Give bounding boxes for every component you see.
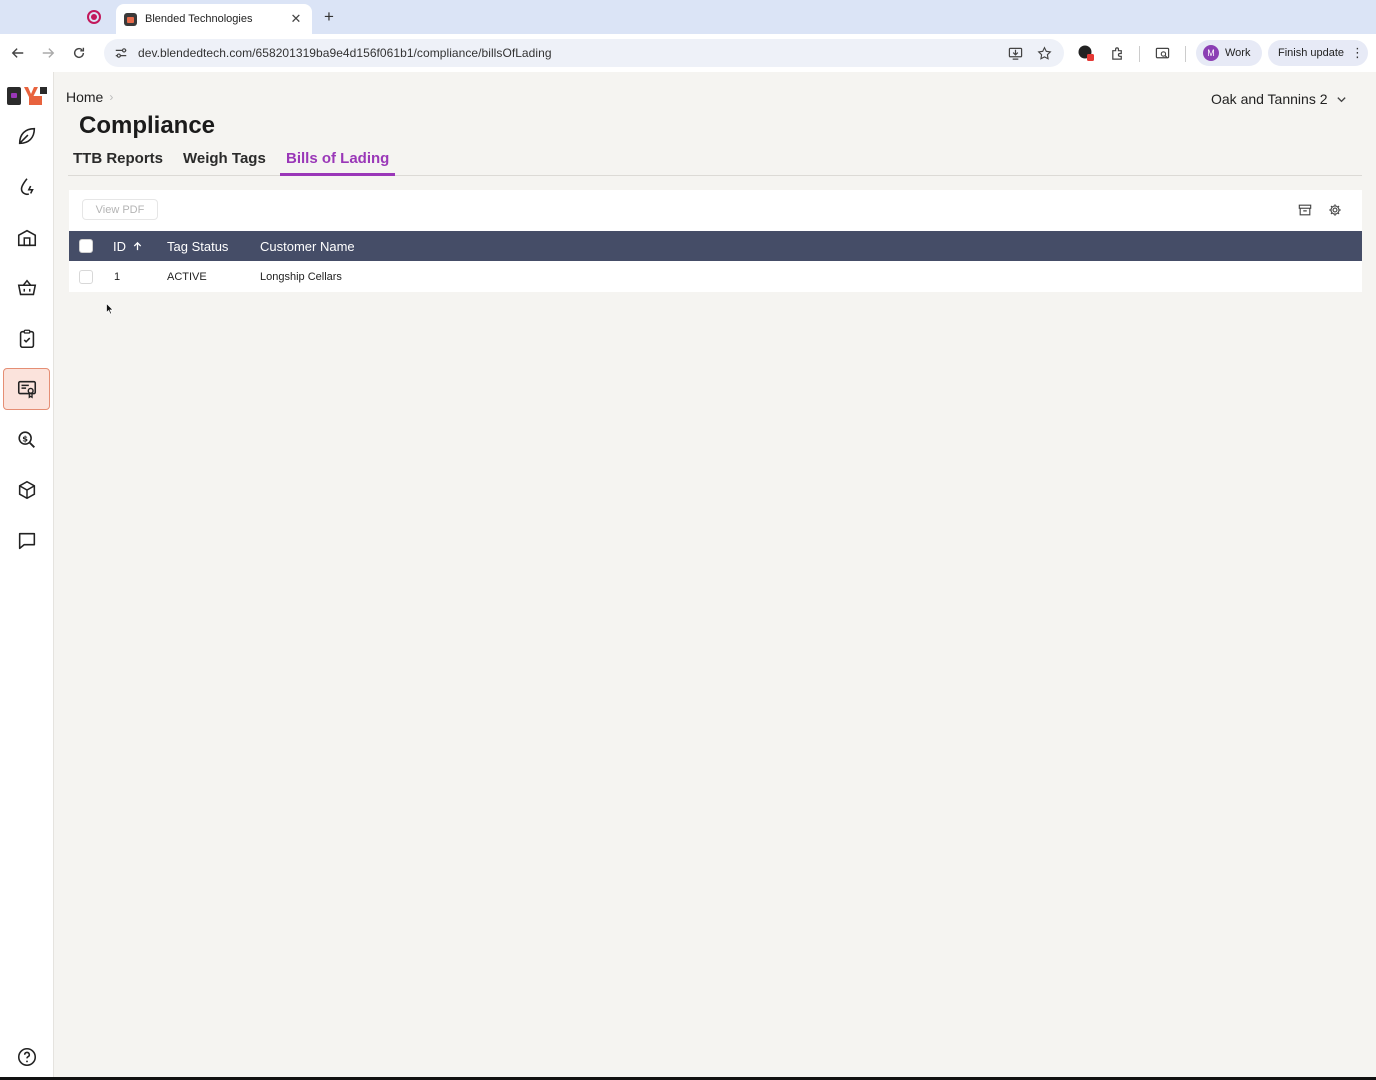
new-tab-button[interactable]: + <box>320 7 338 27</box>
sort-ascending-icon[interactable] <box>132 241 143 252</box>
site-favicon-icon <box>124 12 137 26</box>
column-header-id-label: ID <box>113 239 126 254</box>
tab-bills-of-lading[interactable]: Bills of Lading <box>280 150 396 176</box>
column-header-tag-status[interactable]: Tag Status <box>167 239 228 254</box>
extension-record-icon[interactable] <box>1077 44 1095 62</box>
app-sidebar: $ <box>0 72 54 1080</box>
sidebar-item-tasks[interactable] <box>3 318 50 360</box>
certificate-icon <box>17 380 36 399</box>
cell-tag-status: ACTIVE <box>167 271 207 283</box>
forward-icon[interactable] <box>39 44 57 62</box>
leaf-icon <box>18 127 35 145</box>
breadcrumb: Home › <box>66 89 113 105</box>
address-bar[interactable]: dev.blendedtech.com/658201319ba9e4d156f0… <box>104 39 1064 67</box>
tab-ttb-reports[interactable]: TTB Reports <box>73 150 163 176</box>
browser-tab[interactable]: Blended Technologies ✕ <box>116 4 312 34</box>
url-text[interactable]: dev.blendedtech.com/658201319ba9e4d156f0… <box>138 46 1008 60</box>
help-circle-icon <box>17 1047 36 1067</box>
row-select-checkbox[interactable] <box>79 270 93 284</box>
cell-customer-name: Longship Cellars <box>260 271 342 283</box>
sidebar-item-production[interactable] <box>3 166 50 208</box>
settings-gear-icon[interactable] <box>1326 201 1343 218</box>
sidebar-item-inventory[interactable] <box>3 469 50 511</box>
clipboard-check-icon <box>19 329 34 349</box>
organization-selector[interactable]: Oak and Tannins 2 <box>1211 91 1347 107</box>
recording-icon[interactable] <box>87 10 101 24</box>
sidebar-item-vineyard[interactable] <box>3 115 50 157</box>
chevron-down-icon <box>1336 96 1346 102</box>
column-header-id[interactable]: ID <box>113 239 143 254</box>
browser-tab-bar: Blended Technologies ✕ + <box>0 0 1376 34</box>
browser-menu-icon[interactable]: ⋮ <box>1351 45 1364 61</box>
sidebar-item-facilities[interactable] <box>3 217 50 259</box>
tab-search-icon[interactable] <box>1153 44 1171 62</box>
tab-weigh-tags[interactable]: Weigh Tags <box>183 150 266 176</box>
breadcrumb-home[interactable]: Home <box>66 89 103 105</box>
chevron-right-icon: › <box>109 90 114 104</box>
reload-icon[interactable] <box>70 44 88 62</box>
sidebar-item-compliance[interactable] <box>3 368 50 410</box>
finish-update-label: Finish update <box>1278 47 1345 59</box>
profile-button[interactable]: M Work <box>1196 40 1262 66</box>
profile-avatar: M <box>1203 45 1219 61</box>
page-title: Compliance <box>79 112 216 139</box>
money-search-icon: $ <box>17 431 35 448</box>
finish-update-button[interactable]: Finish update ⋮ <box>1268 40 1368 66</box>
back-icon[interactable] <box>9 44 27 62</box>
mouse-cursor-icon <box>106 303 114 315</box>
sidebar-item-finance[interactable]: $ <box>3 419 50 461</box>
basket-icon <box>17 279 36 296</box>
sidebar-item-help[interactable] <box>3 1036 50 1078</box>
blended-logo[interactable] <box>7 84 48 106</box>
install-app-icon[interactable] <box>1008 46 1023 61</box>
chat-icon <box>18 532 35 550</box>
select-all-checkbox[interactable] <box>79 239 93 253</box>
column-header-customer-name[interactable]: Customer Name <box>260 239 355 254</box>
compliance-tabs: TTB Reports Weigh Tags Bills of Lading <box>68 148 1362 176</box>
bookmark-star-icon[interactable] <box>1037 45 1052 61</box>
winery-building-icon <box>17 229 36 247</box>
browser-tab-title: Blended Technologies <box>145 13 253 25</box>
bills-of-lading-table-card: View PDF ID Tag Status Customer Name 1 A… <box>69 190 1362 292</box>
browser-toolbar: dev.blendedtech.com/658201319ba9e4d156f0… <box>0 34 1376 72</box>
view-pdf-button[interactable]: View PDF <box>82 199 158 220</box>
site-settings-icon[interactable] <box>114 46 128 60</box>
sidebar-item-messages[interactable] <box>3 520 50 562</box>
drop-bolt-icon <box>20 178 34 196</box>
profile-label: Work <box>1225 47 1251 59</box>
organization-name: Oak and Tannins 2 <box>1211 91 1328 107</box>
svg-text:$: $ <box>22 433 28 443</box>
tab-close-icon[interactable]: ✕ <box>288 11 304 27</box>
package-box-icon <box>18 480 35 500</box>
table-row[interactable]: 1 ACTIVE Longship Cellars <box>69 261 1362 292</box>
sidebar-item-sales[interactable] <box>3 267 50 309</box>
extensions-puzzle-icon[interactable] <box>1108 44 1126 62</box>
cell-id: 1 <box>114 271 121 283</box>
archive-icon[interactable] <box>1296 201 1313 218</box>
table-header: ID Tag Status Customer Name <box>69 231 1362 261</box>
